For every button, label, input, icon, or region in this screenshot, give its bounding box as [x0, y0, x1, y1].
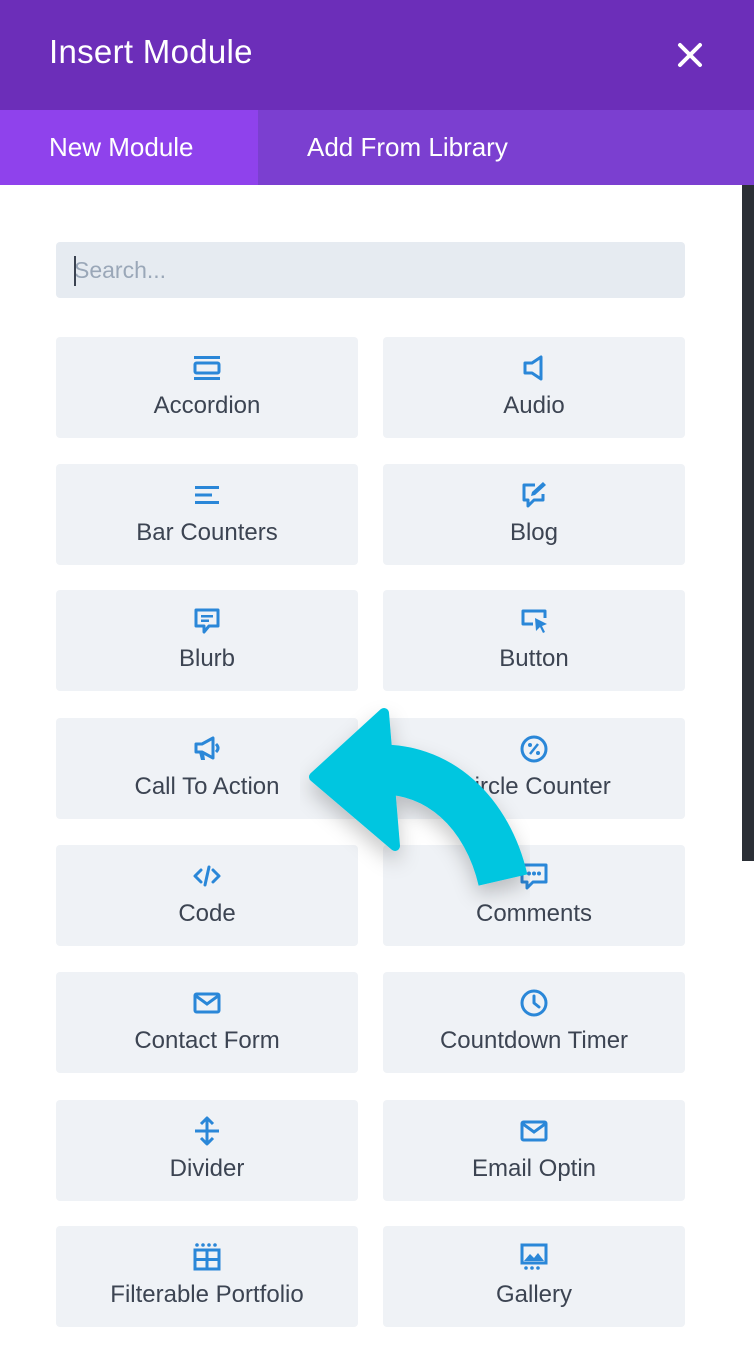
module-contact-form[interactable]: Contact Form [56, 972, 358, 1073]
module-divider[interactable]: Divider [56, 1100, 358, 1201]
module-label: Code [178, 900, 236, 927]
search-box [56, 242, 685, 298]
module-bar-counters[interactable]: Bar Counters [56, 464, 358, 565]
module-blog[interactable]: Blog [383, 464, 685, 565]
tab-add-from-library[interactable]: Add From Library [258, 110, 754, 185]
module-label: Circle Counter [457, 773, 611, 800]
tab-new-module[interactable]: New Module [0, 110, 258, 185]
module-label: Blurb [178, 645, 236, 672]
text-caret [74, 256, 76, 286]
filterable-portfolio-icon [193, 1243, 221, 1271]
module-label: Blog [509, 519, 559, 546]
module-label: Button [499, 645, 569, 672]
module-button[interactable]: Button [383, 590, 685, 691]
module-call-to-action[interactable]: Call To Action [56, 718, 358, 819]
audio-icon [523, 355, 543, 381]
module-email-optin[interactable]: Email Optin [383, 1100, 685, 1201]
module-label: Divider [169, 1155, 245, 1182]
module-gallery[interactable]: Gallery [383, 1226, 685, 1327]
search-input[interactable] [56, 242, 685, 298]
accordion-icon [193, 356, 221, 380]
module-label: Gallery [495, 1281, 573, 1308]
module-label: Comments [475, 900, 593, 927]
module-blurb[interactable]: Blurb [56, 590, 358, 691]
close-button[interactable] [668, 33, 712, 77]
module-label: Filterable Portfolio [110, 1281, 304, 1308]
scrollbar[interactable] [742, 185, 754, 861]
close-icon [678, 43, 702, 67]
divider-icon [195, 1116, 219, 1146]
module-label: Bar Counters [136, 519, 278, 546]
module-label: Countdown Timer [439, 1027, 629, 1054]
module-code[interactable]: Code [56, 845, 358, 946]
module-comments[interactable]: Comments [383, 845, 685, 946]
email-optin-icon [520, 1120, 548, 1142]
module-circle-counter[interactable]: Circle Counter [383, 718, 685, 819]
module-countdown-timer[interactable]: Countdown Timer [383, 972, 685, 1073]
module-label: Email Optin [471, 1155, 597, 1182]
module-audio[interactable]: Audio [383, 337, 685, 438]
circle-counter-icon [520, 735, 548, 763]
module-label: Accordion [153, 392, 261, 419]
button-icon [521, 609, 547, 633]
module-accordion[interactable]: Accordion [56, 337, 358, 438]
module-label: Contact Form [134, 1027, 280, 1054]
comments-icon [520, 863, 548, 890]
blurb-icon [194, 608, 220, 634]
call-to-action-icon [194, 736, 220, 760]
contact-form-icon [193, 992, 221, 1014]
blog-icon [522, 482, 546, 508]
module-filterable-portfolio[interactable]: Filterable Portfolio [56, 1226, 358, 1327]
tab-bar: New Module Add From Library [0, 110, 754, 185]
dialog-title: Insert Module [49, 33, 253, 70]
module-label: Audio [503, 392, 565, 419]
code-icon [193, 865, 221, 887]
module-label: Call To Action [134, 773, 280, 800]
bar-counters-icon [195, 486, 219, 504]
gallery-icon [520, 1243, 548, 1270]
dialog-header: Insert Module [0, 0, 754, 110]
countdown-timer-icon [520, 989, 548, 1017]
